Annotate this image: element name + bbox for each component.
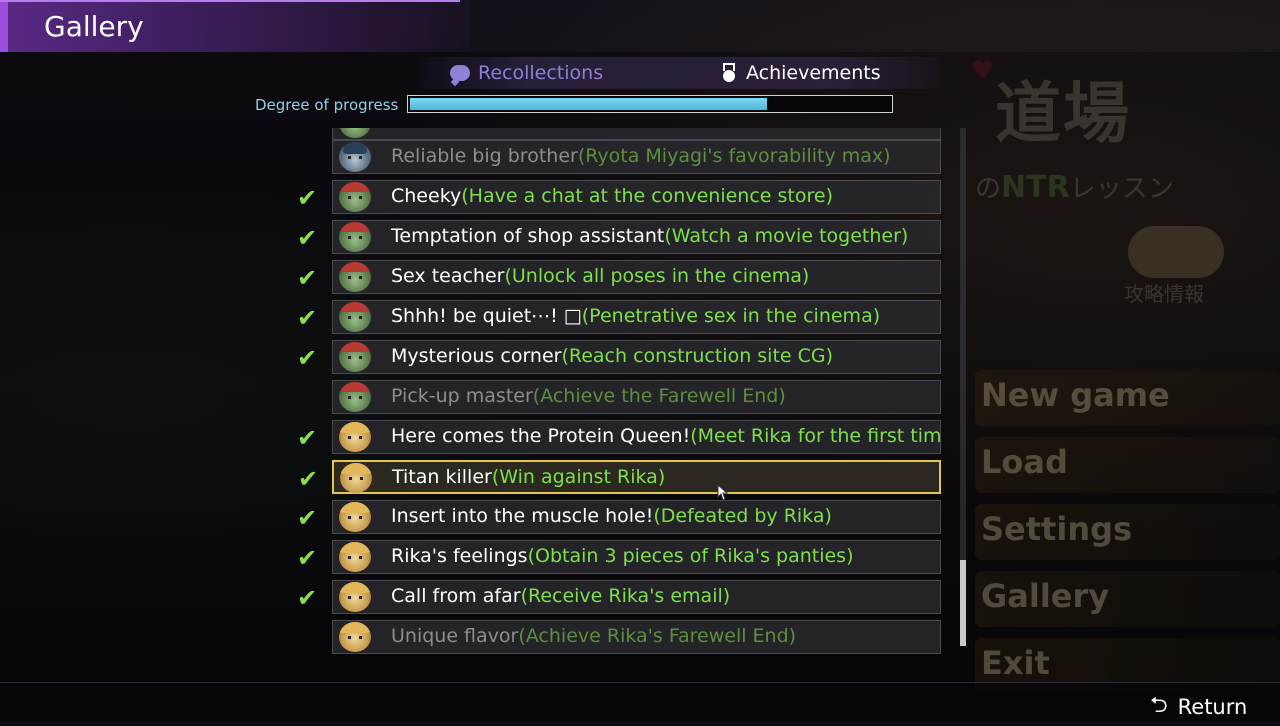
character-avatar-icon [339, 342, 371, 372]
achievement-text: Reliable big brother(Ryota Miyagi's favo… [391, 145, 891, 167]
return-button[interactable]: ⮌ Return [1150, 688, 1247, 726]
achievement-condition: (Penetrative sex in the cinema) [581, 305, 881, 327]
achievement-name: Call from afar [391, 585, 521, 607]
title-bar: Gallery [0, 0, 470, 52]
title-accent [0, 0, 8, 52]
achievement-row[interactable]: ✔ Temptation of shop assistant(Watch a mo… [297, 220, 941, 254]
achievement-row[interactable]: ✔ Insert into the muscle hole!(Defeated b… [297, 500, 941, 534]
tab-bar: Recollections Achievements [420, 57, 940, 89]
checkmark-icon: ✔ [297, 584, 318, 612]
achievement-list[interactable]: Reliable big brother(Ryota Miyagi's favo… [290, 128, 960, 656]
return-label: Return [1177, 695, 1248, 719]
achievement-condition: (Have a chat at the convenience store) [461, 185, 833, 207]
achievement-row[interactable]: Reliable big brother(Ryota Miyagi's favo… [332, 140, 941, 174]
achievement-name: Pick-up master [391, 385, 533, 407]
achievement-row[interactable]: Unique flavor(Achieve Rika's Farewell En… [332, 620, 941, 654]
achievement-row[interactable]: Pick-up master(Achieve the Farewell End) [332, 380, 941, 414]
achievement-text: Titan killer(Win against Rika) [392, 466, 665, 488]
character-avatar-icon [340, 463, 372, 493]
achievement-name: Cheeky [391, 185, 462, 207]
checkmark-icon: ✔ [297, 264, 318, 292]
achievement-name: Insert into the muscle hole! [391, 505, 654, 527]
checkmark-icon: ✔ [297, 544, 318, 572]
achievement-name: Reliable big brother [391, 145, 578, 167]
achievement-row[interactable]: ✔ Rika's feelings(Obtain 3 pieces of Rika… [297, 540, 941, 574]
achievement-name: Mysterious corner [391, 345, 562, 367]
achievement-text: Mysterious corner(Reach construction sit… [391, 345, 833, 367]
achievement-text: Rika's feelings(Obtain 3 pieces of Rika'… [391, 545, 854, 567]
checkmark-icon: ✔ [297, 184, 318, 212]
achievement-name: Here comes the Protein Queen! [391, 425, 691, 447]
achievement-name: Temptation of shop assistant [391, 225, 665, 247]
achievement-row[interactable]: ✔ Mysterious corner(Reach construction si… [297, 340, 941, 374]
checkmark-icon: ✔ [297, 304, 318, 332]
mouse-cursor-icon [717, 484, 729, 501]
character-avatar-icon [339, 128, 371, 138]
progress-bar [407, 95, 893, 113]
achievement-row[interactable]: ✔ Cheeky(Have a chat at the convenience s… [297, 180, 941, 214]
list-scrollbar-thumb[interactable] [960, 560, 966, 646]
tab-label: Achievements [746, 62, 881, 84]
bottom-bar [0, 682, 1280, 721]
character-avatar-icon [339, 182, 371, 212]
achievement-row[interactable]: ✔ Here comes the Protein Queen!(Meet Rika… [297, 420, 942, 454]
achievement-text: Temptation of shop assistant(Watch a mov… [391, 225, 908, 247]
achievement-text: Cheeky(Have a chat at the convenience st… [391, 185, 833, 207]
achievement-name: Rika's feelings [391, 545, 528, 567]
title-line [0, 0, 460, 2]
medal-icon [720, 63, 738, 83]
page-title: Gallery [44, 10, 144, 43]
achievement-condition: (Watch a movie together) [664, 225, 909, 247]
tab-label: Recollections [478, 62, 604, 84]
achievement-row[interactable]: ✔ Sex teacher(Unlock all poses in the cin… [297, 260, 941, 294]
tab-achievements[interactable]: Achievements [720, 60, 881, 86]
character-avatar-icon [339, 382, 371, 412]
achievement-condition: (Ryota Miyagi's favorability max) [577, 145, 891, 167]
achievement-condition: (Obtain 3 pieces of Rika's panties) [527, 545, 854, 567]
achievement-row[interactable]: ✔ Titan killer(Win against Rika) [298, 460, 941, 494]
achievement-condition: (Defeated by Rika) [653, 505, 832, 527]
achievement-name: Shhh! be quiet⋯! □ [391, 305, 582, 327]
achievement-text: Here comes the Protein Queen!(Meet Rika … [391, 425, 942, 447]
character-avatar-icon [339, 302, 371, 332]
achievement-text: Insert into the muscle hole!(Defeated by… [391, 505, 832, 527]
achievement-condition: (Receive Rika's email) [520, 585, 731, 607]
checkmark-icon: ✔ [298, 465, 319, 493]
speech-bubble-icon [450, 65, 470, 81]
achievement-condition: (Achieve Rika's Farewell End) [518, 625, 797, 647]
achievement-text: Call from afar(Receive Rika's email) [391, 585, 730, 607]
character-avatar-icon [339, 142, 371, 172]
partial-row [332, 128, 941, 140]
achievement-text: Sex teacher(Unlock all poses in the cine… [391, 265, 809, 287]
achievement-condition: (Win against Rika) [491, 466, 666, 488]
achievement-name: Unique flavor [391, 625, 519, 647]
character-avatar-icon [339, 502, 371, 532]
achievement-row[interactable]: ✔ Shhh! be quiet⋯! □(Penetrative sex in t… [297, 300, 941, 334]
checkmark-icon: ✔ [297, 344, 318, 372]
character-avatar-icon [339, 422, 371, 452]
character-avatar-icon [339, 542, 371, 572]
character-avatar-icon [339, 582, 371, 612]
character-avatar-icon [339, 622, 371, 652]
tab-recollections[interactable]: Recollections [450, 60, 603, 86]
progress-label: Degree of progress [255, 96, 399, 114]
character-avatar-icon [339, 222, 371, 252]
character-avatar-icon [339, 262, 371, 292]
achievement-condition: (Meet Rika for the first tim [690, 425, 942, 447]
achievement-condition: (Achieve the Farewell End) [532, 385, 786, 407]
checkmark-icon: ✔ [297, 224, 318, 252]
checkmark-icon: ✔ [297, 424, 318, 452]
achievement-name: Titan killer [392, 466, 492, 488]
achievement-text: Unique flavor(Achieve Rika's Farewell En… [391, 625, 796, 647]
achievement-text: Shhh! be quiet⋯! □(Penetrative sex in th… [391, 305, 880, 327]
progress-fill [410, 98, 767, 110]
achievement-condition: (Reach construction site CG) [561, 345, 834, 367]
checkmark-icon: ✔ [297, 504, 318, 532]
achievement-text: Pick-up master(Achieve the Farewell End) [391, 385, 786, 407]
return-arrow-icon: ⮌ [1150, 693, 1168, 718]
achievement-name: Sex teacher [391, 265, 505, 287]
achievement-row[interactable]: ✔ Call from afar(Receive Rika's email) [297, 580, 941, 614]
achievement-condition: (Unlock all poses in the cinema) [504, 265, 810, 287]
